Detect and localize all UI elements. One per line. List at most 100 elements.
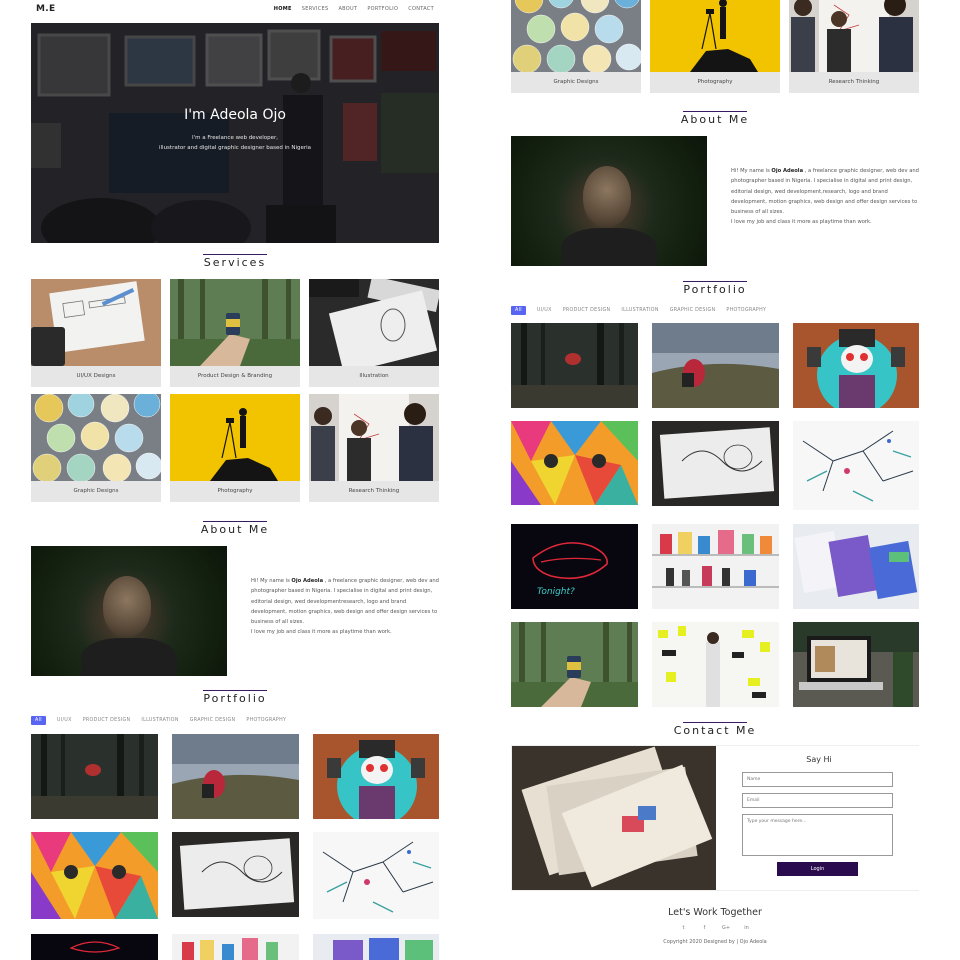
portfolio-item-laptop[interactable] [793, 622, 919, 707]
about-name: Ojo Adeola [771, 168, 804, 174]
login-button[interactable]: Login [777, 862, 858, 876]
service-label: Illustration [359, 373, 389, 379]
linkedin-icon[interactable]: in [743, 925, 750, 932]
service-card-research[interactable]: Research Thinking [309, 394, 439, 502]
twitter-icon[interactable]: t [680, 925, 687, 932]
portfolio-item-forest[interactable] [31, 734, 158, 819]
portfolio-item-stationery[interactable] [313, 934, 439, 960]
filter-product-design[interactable]: PRODUCT DESIGN [563, 308, 611, 313]
email-field[interactable]: Email [742, 793, 893, 808]
filter-all[interactable]: All [31, 716, 46, 725]
pattern-wall-person-photo [652, 622, 779, 707]
hand-holding-can-forest-photo [170, 279, 300, 366]
about-intro: Hi! My name is [731, 168, 772, 174]
portfolio-heading: Portfolio [31, 690, 439, 705]
service-card-graphic[interactable]: Graphic Designs [31, 394, 161, 502]
left-page-column: M.E HOME SERVICES ABOUT PORTFOLIO CONTAC… [31, 0, 439, 960]
colorful-cat-mural-photo [511, 421, 638, 505]
portfolio-item-hiker[interactable] [652, 323, 779, 408]
filter-illustration[interactable]: ILLUSTRATION [141, 718, 178, 723]
contact-heading: Contact Me [511, 722, 919, 737]
portfolio-filters: All UI/UX PRODUCT DESIGN ILLUSTRATION GR… [511, 306, 766, 315]
filter-photography[interactable]: PHOTOGRAPHY [726, 308, 766, 313]
portfolio-item-neon[interactable]: Tonight? [511, 524, 638, 609]
portfolio-heading: Portfolio [511, 281, 919, 296]
social-links: t f G+ in [511, 925, 919, 932]
team-whiteboard-photo [309, 394, 439, 481]
nav-portfolio[interactable]: PORTFOLIO [367, 6, 398, 12]
facebook-icon[interactable]: f [701, 925, 708, 932]
framed-sketch-photo [652, 421, 779, 506]
portfolio-item-mural[interactable] [313, 734, 439, 819]
filter-graphic-design[interactable]: GRAPHIC DESIGN [190, 718, 236, 723]
portfolio-title-text: Portfolio [203, 692, 267, 705]
logo[interactable]: M.E [36, 4, 55, 14]
filter-graphic-design[interactable]: GRAPHIC DESIGN [670, 308, 716, 313]
portfolio-item-shelf[interactable] [172, 934, 299, 960]
service-card-illustration[interactable]: Illustration [309, 279, 439, 387]
about-paragraph: Hi! My name is Ojo Adeola , a freelance … [731, 166, 919, 228]
about-name: Ojo Adeola [291, 578, 324, 584]
name-field[interactable]: Name [742, 772, 893, 787]
contact-title-text: Contact Me [673, 724, 757, 737]
filter-photography[interactable]: PHOTOGRAPHY [246, 718, 286, 723]
about-portrait-photo [31, 546, 227, 676]
nav-links: HOME SERVICES ABOUT PORTFOLIO CONTACT [274, 6, 434, 12]
ink-splatter-art-photo [313, 832, 439, 919]
portfolio-item-hand-can[interactable] [511, 622, 638, 707]
message-field[interactable]: Type your message here... [742, 814, 893, 856]
portfolio-item-mural[interactable] [793, 323, 919, 408]
portfolio-item-sketch[interactable] [172, 832, 299, 917]
hero-subtitle: I'm a Freelance web developer, illustrat… [31, 133, 439, 153]
filter-illustration[interactable]: ILLUSTRATION [621, 308, 658, 313]
about-body: , a freelance graphic designer, web dev … [251, 578, 439, 626]
portfolio-item-sketch[interactable] [652, 421, 779, 506]
portrait-face [583, 166, 631, 226]
portfolio-title-text: Portfolio [683, 283, 747, 296]
heading-accent-bar [203, 690, 267, 691]
filter-product-design[interactable]: PRODUCT DESIGN [83, 718, 131, 723]
google-plus-icon[interactable]: G+ [722, 925, 730, 932]
heading-accent-bar [683, 281, 747, 282]
about-heading: About Me [31, 521, 439, 536]
filter-uiux[interactable]: UI/UX [537, 308, 552, 313]
portfolio-item-ink[interactable] [793, 421, 919, 510]
service-card-research[interactable]: Research Thinking [789, 0, 919, 93]
filter-all[interactable]: All [511, 306, 526, 315]
portrait-shoulders [81, 638, 177, 676]
portfolio-item-pattern[interactable] [652, 622, 779, 707]
nav-contact[interactable]: CONTACT [408, 6, 434, 12]
filter-uiux[interactable]: UI/UX [57, 718, 72, 723]
about-title-text: About Me [680, 113, 750, 126]
service-card-photography[interactable]: Photography [170, 394, 300, 502]
service-card-uiux[interactable]: UI/UX Designs [31, 279, 161, 387]
team-whiteboard-photo [789, 0, 919, 72]
about-title-text: About Me [200, 523, 270, 536]
neon-lips-sign-photo [31, 934, 158, 960]
service-card-graphic[interactable]: Graphic Designs [511, 0, 641, 93]
portfolio-item-forest[interactable] [511, 323, 638, 408]
service-card-product-design[interactable]: Product Design & Branding [170, 279, 300, 387]
portfolio-item-cat[interactable] [511, 421, 638, 505]
heading-accent-bar [683, 722, 747, 723]
service-label: Photography [217, 488, 253, 494]
nav-services[interactable]: SERVICES [302, 6, 329, 12]
portfolio-item-ink[interactable] [313, 832, 439, 919]
right-page-column: Graphic Designs Photography Research Thi… [511, 0, 919, 960]
letters-stamps-photo [512, 746, 716, 890]
stationery-mockup-photo [313, 934, 439, 960]
heading-accent-bar [203, 254, 267, 255]
footer-title: Let's Work Together [668, 907, 762, 918]
portfolio-item-shelf[interactable] [652, 524, 779, 609]
about-intro: Hi! My name is [251, 578, 292, 584]
sketchbook-keyboard-photo [309, 279, 439, 366]
portfolio-item-cat[interactable] [31, 832, 158, 919]
hiker-hill-photo [172, 734, 299, 819]
portfolio-filters: All UI/UX PRODUCT DESIGN ILLUSTRATION GR… [31, 716, 286, 725]
service-card-photography[interactable]: Photography [650, 0, 780, 93]
portfolio-item-stationery[interactable] [793, 524, 919, 609]
portfolio-item-hiker[interactable] [172, 734, 299, 819]
nav-home[interactable]: HOME [274, 6, 292, 12]
portfolio-item-neon[interactable] [31, 934, 158, 960]
nav-about[interactable]: ABOUT [338, 6, 357, 12]
